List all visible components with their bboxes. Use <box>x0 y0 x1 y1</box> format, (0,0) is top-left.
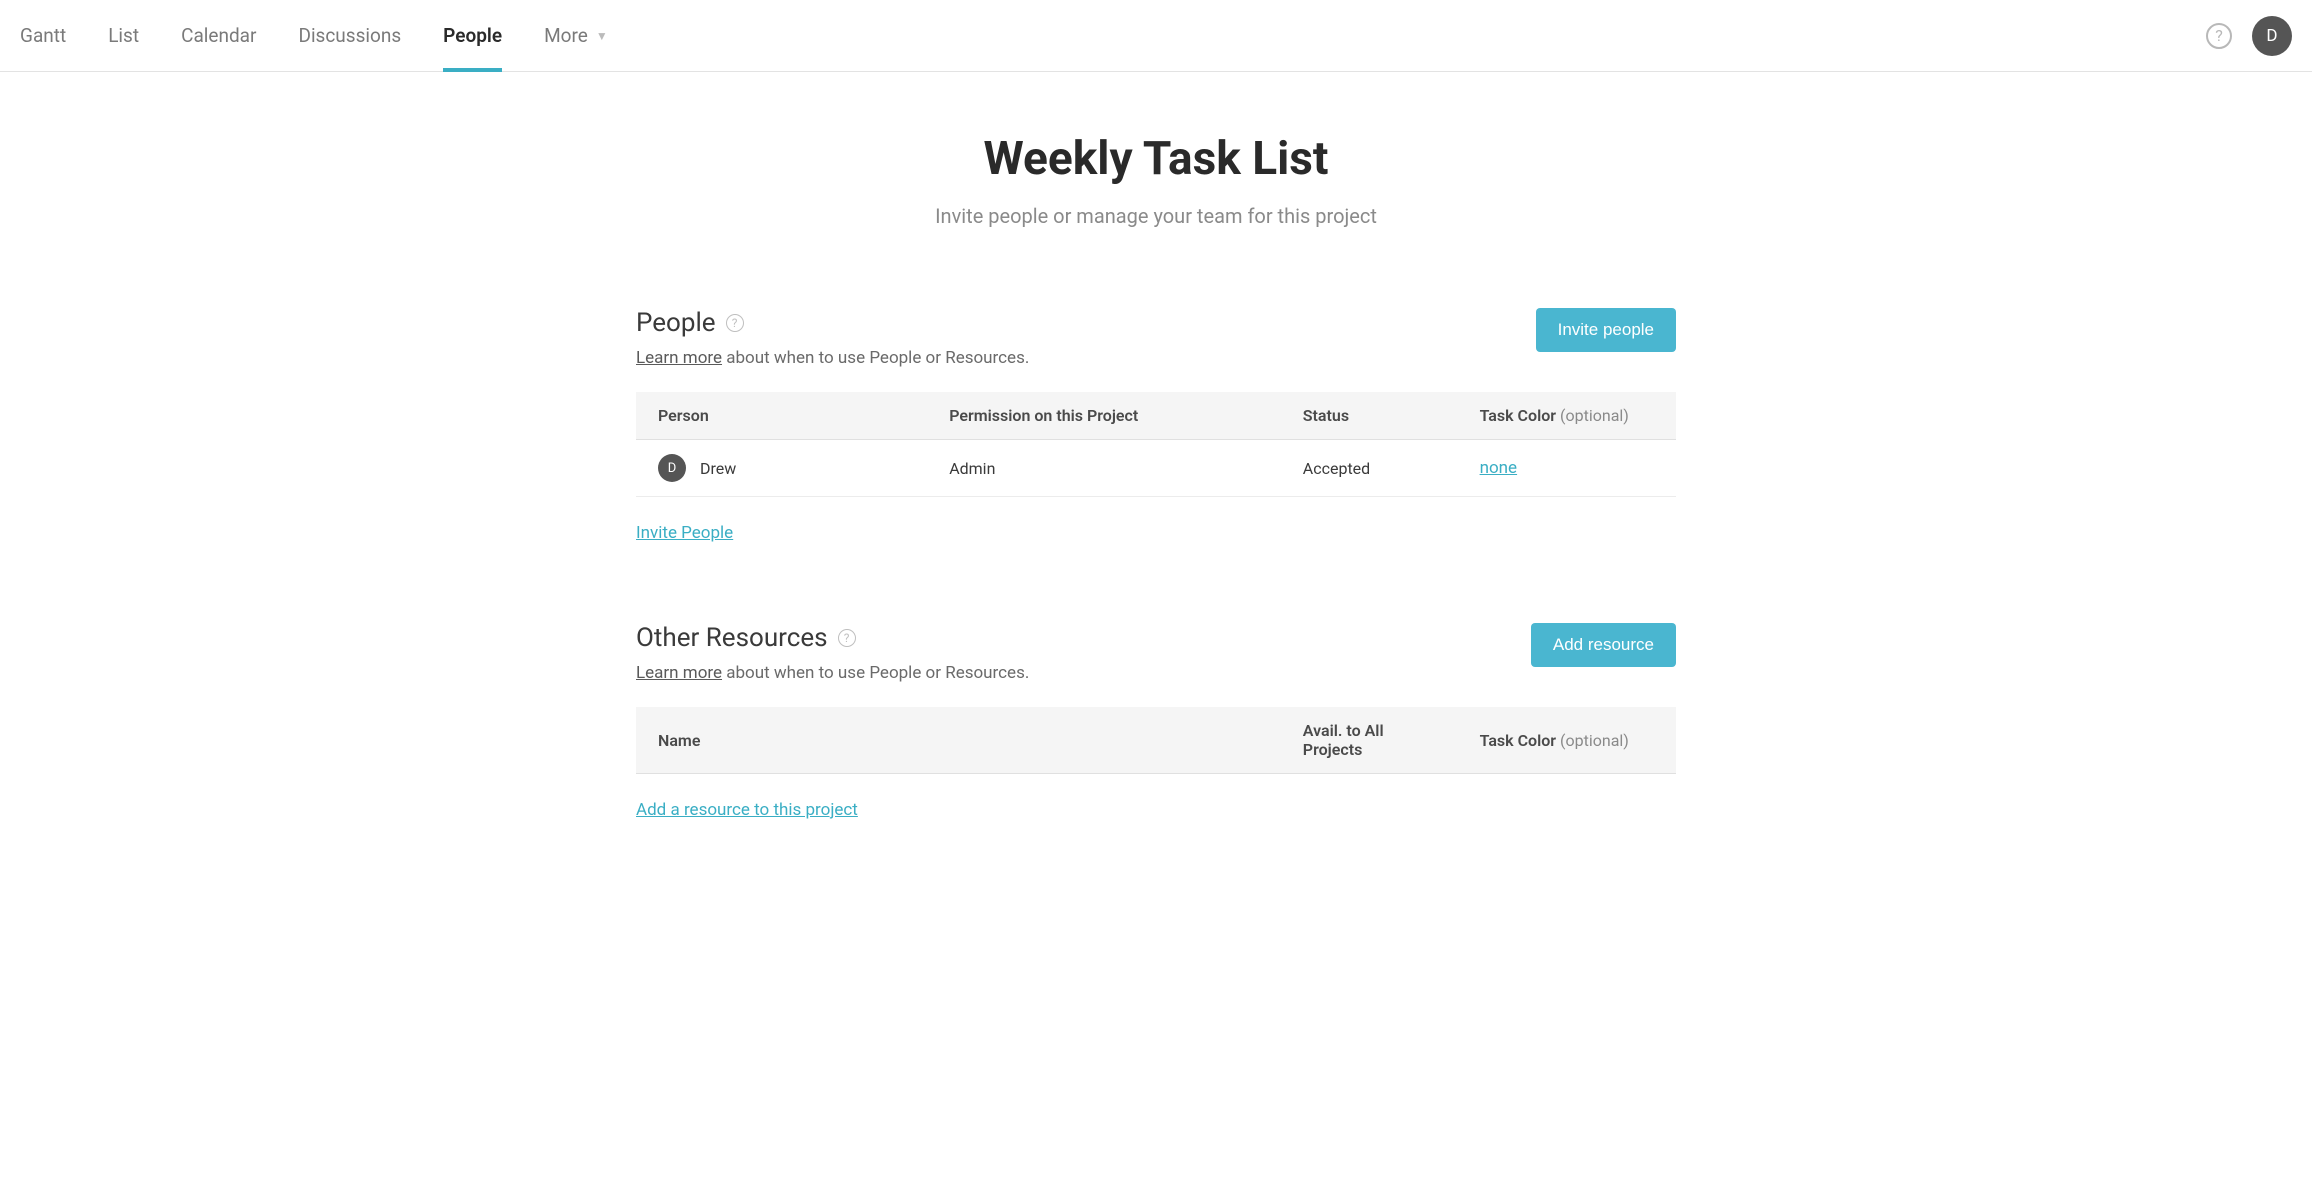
col-task-color-text: Task Color <box>1480 406 1556 425</box>
cell-permission: Admin <box>927 440 1281 497</box>
resources-help-suffix: about when to use People or Resources. <box>722 663 1029 683</box>
invite-people-link[interactable]: Invite People <box>636 523 733 543</box>
person-avatar: D <box>658 454 686 482</box>
tab-list[interactable]: List <box>108 0 139 71</box>
col-task-color-optional: (optional) <box>1556 406 1629 425</box>
table-row: D Drew Admin Accepted none <box>636 440 1676 497</box>
col-task-color-r-optional: (optional) <box>1556 731 1629 750</box>
people-title-text: People <box>636 308 716 338</box>
col-task-color-r-text: Task Color <box>1480 731 1556 750</box>
nav-tabs: Gantt List Calendar Discussions People M… <box>20 0 608 71</box>
task-color-link[interactable]: none <box>1480 458 1518 478</box>
tab-people[interactable]: People <box>443 0 502 71</box>
cell-task-color: none <box>1458 440 1676 497</box>
resources-help-text: Learn more about when to use People or R… <box>636 663 1029 683</box>
people-section: People ? Learn more about when to use Pe… <box>636 308 1676 543</box>
people-section-title: People ? <box>636 308 1029 338</box>
user-avatar[interactable]: D <box>2252 16 2292 56</box>
page-title: Weekly Task List <box>636 132 1676 186</box>
resources-learn-more-link[interactable]: Learn more <box>636 663 722 683</box>
people-help-icon[interactable]: ? <box>726 314 744 332</box>
col-name: Name <box>636 707 1281 774</box>
page-subtitle: Invite people or manage your team for th… <box>636 204 1676 228</box>
more-label: More <box>544 24 588 47</box>
resources-help-icon[interactable]: ? <box>838 629 856 647</box>
resources-section-title: Other Resources ? <box>636 623 1029 653</box>
tab-more[interactable]: More ▼ <box>544 24 608 47</box>
col-task-color: Task Color (optional) <box>1458 392 1676 440</box>
col-avail: Avail. to All Projects <box>1281 707 1458 774</box>
people-help-suffix: about when to use People or Resources. <box>722 348 1029 368</box>
resources-title-text: Other Resources <box>636 623 828 653</box>
tab-gantt[interactable]: Gantt <box>20 0 66 71</box>
cell-person: D Drew <box>636 440 927 497</box>
help-icon[interactable]: ? <box>2206 23 2232 49</box>
people-learn-more-link[interactable]: Learn more <box>636 348 722 368</box>
resources-table: Name Avail. to All Projects Task Color (… <box>636 707 1676 774</box>
people-table: Person Permission on this Project Status… <box>636 392 1676 497</box>
invite-people-button[interactable]: Invite people <box>1536 308 1676 352</box>
cell-status: Accepted <box>1281 440 1458 497</box>
tab-calendar[interactable]: Calendar <box>181 0 256 71</box>
topbar: Gantt List Calendar Discussions People M… <box>0 0 2312 72</box>
people-section-header: People ? Learn more about when to use Pe… <box>636 308 1676 368</box>
topbar-right: ? D <box>2206 16 2292 56</box>
col-status: Status <box>1281 392 1458 440</box>
add-resource-link[interactable]: Add a resource to this project <box>636 800 858 820</box>
resources-section: Other Resources ? Learn more about when … <box>636 623 1676 820</box>
person-name: Drew <box>700 459 736 478</box>
col-permission: Permission on this Project <box>927 392 1281 440</box>
people-help-text: Learn more about when to use People or R… <box>636 348 1029 368</box>
add-resource-button[interactable]: Add resource <box>1531 623 1676 667</box>
resources-section-header: Other Resources ? Learn more about when … <box>636 623 1676 683</box>
col-task-color-r: Task Color (optional) <box>1458 707 1676 774</box>
col-person: Person <box>636 392 927 440</box>
tab-discussions[interactable]: Discussions <box>298 0 401 71</box>
chevron-down-icon: ▼ <box>596 29 608 43</box>
page-content: Weekly Task List Invite people or manage… <box>626 72 1686 900</box>
